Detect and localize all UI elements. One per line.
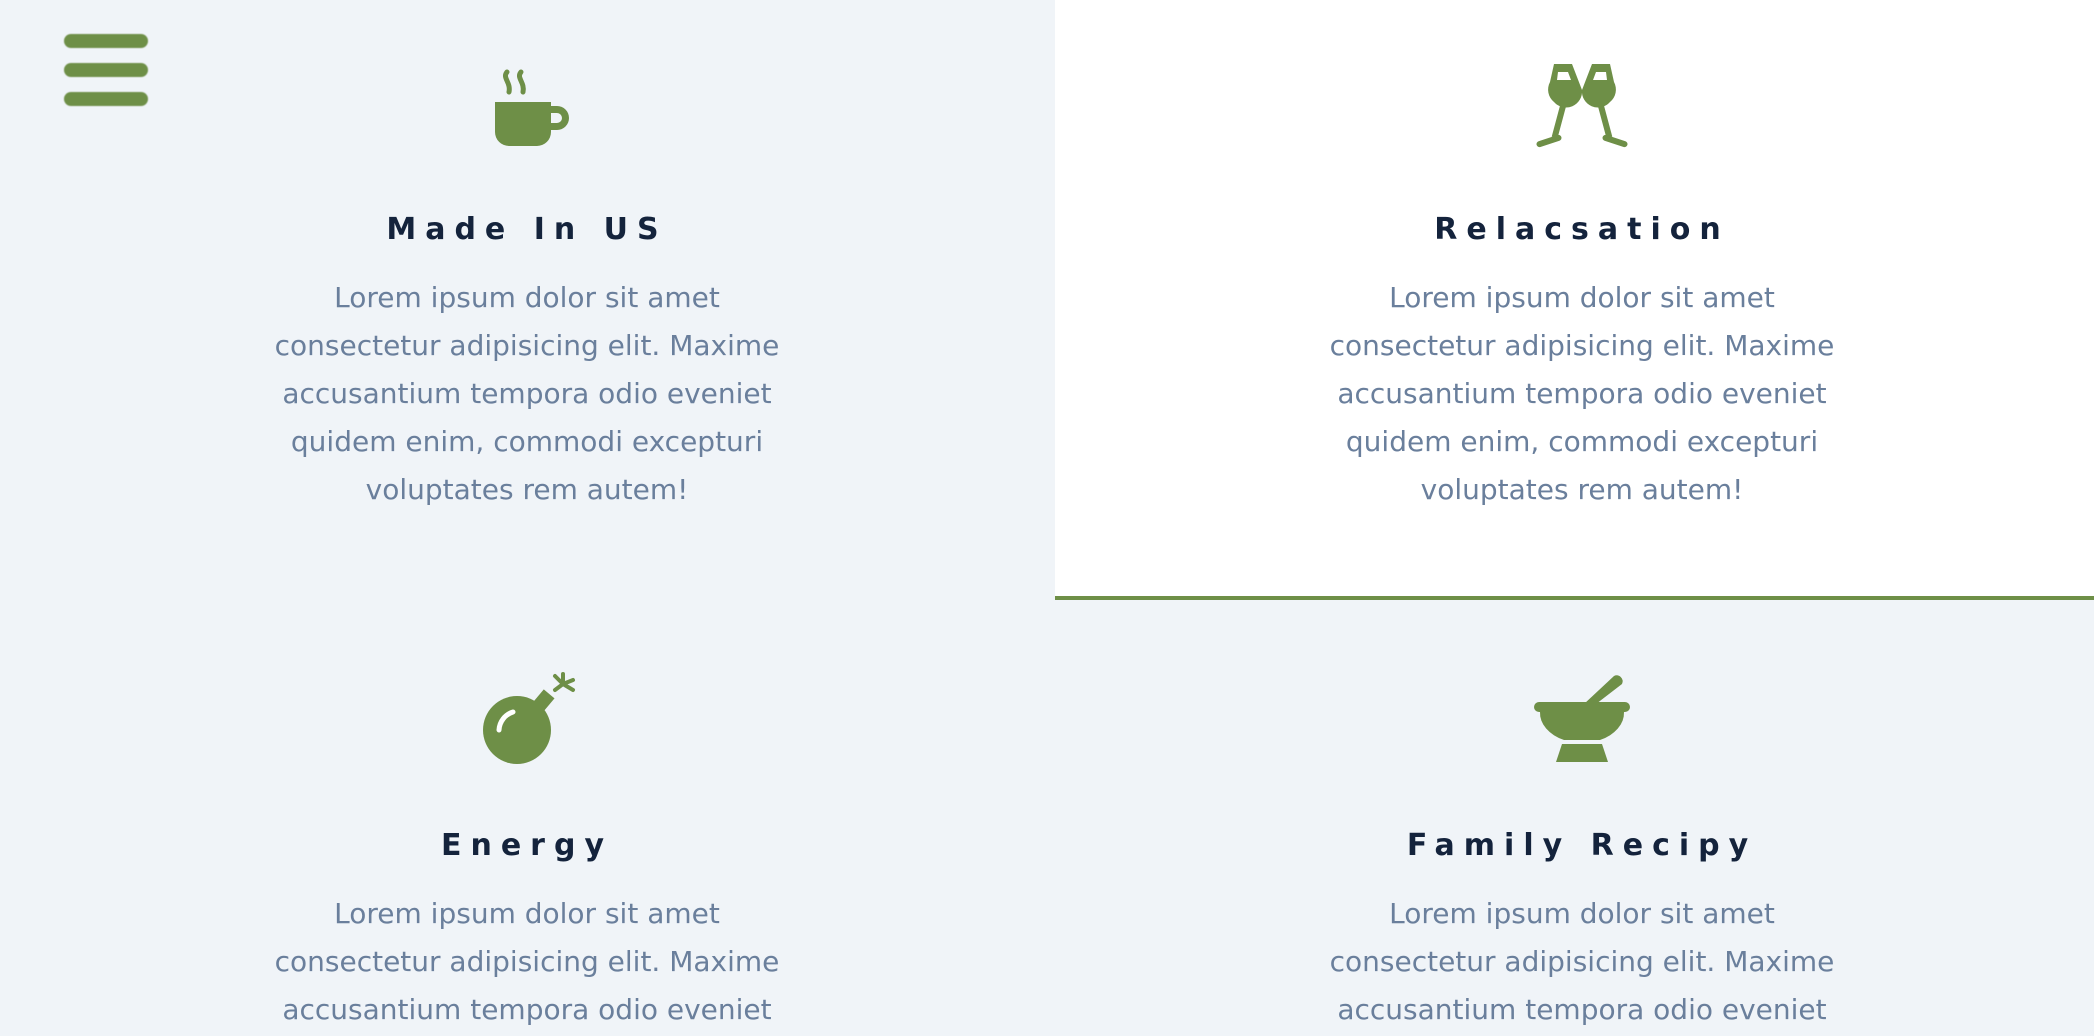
feature-description: Lorem ipsum dolor sit amet consectetur a… [274, 897, 780, 1026]
glass-cheers-icon [1536, 64, 1628, 148]
mortar-pestle-icon [1534, 675, 1630, 762]
features-grid: Made In US Lorem ipsum dolor sit amet co… [0, 0, 2094, 1036]
feature-card-energy: Energy Lorem ipsum dolor sit amet consec… [0, 600, 1054, 1036]
feature-description: Lorem ipsum dolor sit amet consectetur a… [1329, 897, 1835, 1026]
feature-title: Relacsation [1434, 212, 1730, 247]
feature-title: Made In US [386, 212, 668, 247]
feature-description: Lorem ipsum dolor sit amet consectetur a… [1329, 281, 1835, 506]
menu-bar-bottom [64, 92, 148, 106]
menu-bar-middle [64, 63, 148, 77]
hamburger-menu-button[interactable] [64, 34, 148, 114]
feature-card-relacsation: Relacsation Lorem ipsum dolor sit amet c… [1055, 0, 2094, 600]
coffee-mug-icon [495, 69, 569, 146]
feature-title: Family Recipy [1406, 828, 1758, 863]
feature-description: Lorem ipsum dolor sit amet consectetur a… [274, 281, 780, 506]
bomb-icon [483, 672, 575, 764]
feature-card-family-recipy: Family Recipy Lorem ipsum dolor sit amet… [1055, 600, 2094, 1036]
feature-title: Energy [440, 828, 614, 863]
menu-bar-top [64, 34, 148, 48]
page: Made In US Lorem ipsum dolor sit amet co… [0, 0, 2094, 1036]
feature-card-made-in-us: Made In US Lorem ipsum dolor sit amet co… [0, 0, 1054, 600]
